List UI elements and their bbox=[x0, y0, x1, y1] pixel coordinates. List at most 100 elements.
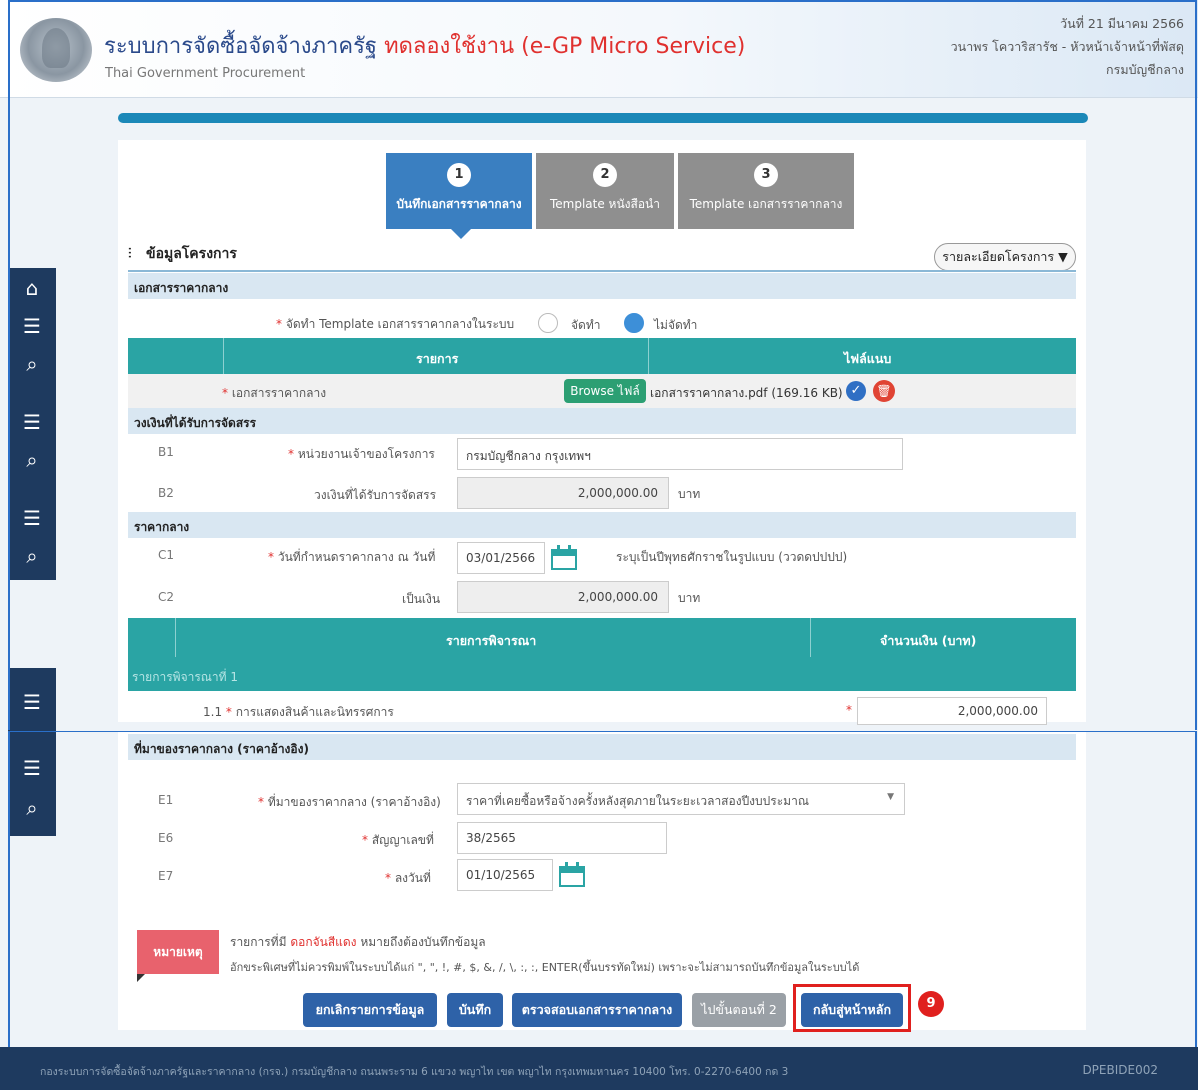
step-3-label: Template เอกสารราคากลาง bbox=[689, 197, 843, 211]
e1-code: E1 bbox=[158, 793, 174, 807]
consider-row-label: 1.1 * การแสดงสินค้าและนิทรรศการ bbox=[203, 705, 394, 719]
main-card-lower bbox=[118, 732, 1086, 1030]
sliders-icon: ⫶ bbox=[128, 246, 132, 262]
check-document-button[interactable]: ตรวจสอบเอกสารราคากลาง bbox=[512, 993, 682, 1027]
check-icon[interactable]: ✓ bbox=[846, 381, 866, 401]
consider-row-no: 1.1 bbox=[203, 705, 223, 719]
note-line-1-prefix: รายการที่มี bbox=[230, 935, 287, 949]
doc-section-header: เอกสารราคากลาง bbox=[128, 273, 1076, 299]
cancel-record-button[interactable]: ยกเลิกรายการข้อมูล bbox=[303, 993, 437, 1027]
e1-label: * ที่มาของราคากลาง (ราคาอ้างอิง) bbox=[258, 795, 441, 809]
system-title-main: ระบบการจัดซื้อจัดจ้างภาครัฐ bbox=[104, 34, 378, 59]
c1-hint: ระบุเป็นปีพุทธศักราชในรูปแบบ (ววดดปปปป) bbox=[616, 550, 848, 564]
current-date: วันที่ 21 มีนาคม 2566 bbox=[1060, 16, 1184, 31]
footer-page-code: DPEBIDE002 bbox=[1082, 1063, 1158, 1077]
step-2-tab[interactable]: 2 Template หนังสือนำ bbox=[536, 153, 674, 229]
e1-label-text: ที่มาของราคากลาง (ราคาอ้างอิง) bbox=[267, 795, 441, 809]
median-price-date-input[interactable]: 03/01/2566 bbox=[457, 542, 545, 574]
c1-code: C1 bbox=[158, 548, 175, 562]
e6-label: * สัญญาเลขที่ bbox=[362, 833, 434, 847]
app-header: ระบบการจัดซื้อจัดจ้างภาครัฐ ทดลองใช้งาน … bbox=[0, 0, 1198, 98]
b1-label: * หน่วยงานเจ้าของโครงการ bbox=[288, 447, 435, 461]
e6-label-text: สัญญาเลขที่ bbox=[371, 833, 434, 847]
menu-icon[interactable]: ☰ bbox=[8, 306, 56, 346]
doc-row-label: * เอกสารราคากลาง bbox=[222, 386, 327, 400]
go-step-2-button[interactable]: ไปขั้นตอนที่ 2 bbox=[692, 993, 786, 1027]
radio-no-template[interactable] bbox=[624, 313, 644, 333]
user-name[interactable]: วนาพร โควาริสารัช - หัวหน้าเจ้าหน้าที่พั… bbox=[951, 35, 1184, 58]
trash-icon[interactable]: 🗑 bbox=[873, 380, 895, 402]
consider-table-divider bbox=[810, 618, 811, 658]
project-title-text: ข้อมูลโครงการ bbox=[146, 246, 237, 262]
save-button[interactable]: บันทึก bbox=[447, 993, 503, 1027]
e7-code: E7 bbox=[158, 869, 174, 883]
doc-row-label-text: เอกสารราคากลาง bbox=[231, 386, 327, 400]
consider-col-item: รายการพิจารณา bbox=[446, 633, 537, 648]
c1-label-text: วันที่กำหนดราคากลาง ณ วันที่ bbox=[277, 550, 436, 564]
home-icon[interactable]: ⌂ bbox=[8, 268, 56, 308]
contract-no-input[interactable]: 38/2565 bbox=[457, 822, 667, 854]
calendar-icon[interactable] bbox=[557, 861, 587, 889]
price-source-select[interactable]: ราคาที่เคยซื้อหรือจ้างครั้งหลังสุดภายในร… bbox=[457, 783, 905, 815]
note-line-1: รายการที่มี ดอกจันสีแดง หมายถึงต้องบันทึ… bbox=[230, 933, 486, 952]
menu-icon[interactable]: ☰ bbox=[8, 402, 56, 442]
e7-label-text: ลงวันที่ bbox=[394, 871, 431, 885]
source-section-header: ที่มาของราคากลาง (ราคาอ้างอิง) bbox=[128, 734, 1076, 760]
menu-icon[interactable]: ☰ bbox=[8, 682, 56, 722]
b2-code: B2 bbox=[158, 486, 174, 500]
c2-unit: บาท bbox=[678, 591, 701, 605]
project-details-button[interactable]: รายละเอียดโครงการ ▼ bbox=[934, 243, 1076, 271]
doc-table-divider bbox=[223, 338, 224, 374]
consider-group-label: รายการพิจารณาที่ 1 bbox=[132, 670, 239, 684]
menu-icon[interactable]: ☰ bbox=[8, 498, 56, 538]
consider-amount-input[interactable]: 2,000,000.00 bbox=[857, 697, 1047, 725]
step-1-number: 1 bbox=[447, 163, 471, 187]
consider-table-divider bbox=[175, 618, 176, 658]
highlight-box bbox=[793, 984, 911, 1032]
user-org: กรมบัญชีกลาง bbox=[1106, 62, 1184, 77]
project-section-title: ⫶ ข้อมูลโครงการ bbox=[128, 243, 237, 265]
attached-file-link[interactable]: เอกสารราคากลาง.pdf (169.16 KB) bbox=[650, 384, 843, 403]
consider-group-row: รายการพิจารณาที่ 1 bbox=[128, 657, 1076, 691]
price-source-value: ราคาที่เคยซื้อหรือจ้างครั้งหลังสุดภายในร… bbox=[466, 794, 809, 808]
side-toolbar-lower: ☰ ☰ ⌕ bbox=[8, 668, 56, 836]
note-line-2: อักขระพิเศษที่ไม่ควรพิมพ์ในระบบได้แก่ ",… bbox=[230, 961, 860, 974]
step-2-label: Template หนังสือนำ bbox=[549, 197, 660, 211]
template-label: * จัดทำ Template เอกสารราคากลางในระบบ bbox=[276, 317, 515, 331]
required-mark: * bbox=[846, 703, 852, 717]
owner-agency-input[interactable]: กรมบัญชีกลาง กรุงเทพฯ bbox=[457, 438, 903, 470]
step-3-tab[interactable]: 3 Template เอกสารราคากลาง bbox=[678, 153, 854, 229]
consider-row-text: การแสดงสินค้าและนิทรรศการ bbox=[235, 705, 394, 719]
menu-icon[interactable]: ☰ bbox=[8, 748, 56, 788]
note-badge: หมายเหตุ bbox=[137, 930, 219, 982]
calendar-icon[interactable] bbox=[549, 544, 579, 572]
contract-date-input[interactable]: 01/10/2565 bbox=[457, 859, 553, 891]
step-1-label: บันทึกเอกสารราคากลาง bbox=[396, 197, 522, 211]
step-1-tab[interactable]: 1 บันทึกเอกสารราคากลาง bbox=[386, 153, 532, 239]
median-price-amount-field: 2,000,000.00 bbox=[457, 581, 669, 613]
step-3-number: 3 bbox=[754, 163, 778, 187]
system-title-trial: ทดลองใช้งาน (e-GP Micro Service) bbox=[384, 34, 746, 59]
c2-code: C2 bbox=[158, 590, 175, 604]
search-icon[interactable]: ⌕ bbox=[8, 344, 56, 384]
radio-make-template[interactable] bbox=[538, 313, 558, 333]
section-divider bbox=[128, 270, 1076, 272]
search-icon[interactable]: ⌕ bbox=[8, 536, 56, 576]
footer-address: กองระบบการจัดซื้อจัดจ้างภาครัฐและราคากลา… bbox=[40, 1066, 789, 1078]
search-icon[interactable]: ⌕ bbox=[8, 440, 56, 480]
consider-col-amount: จำนวนเงิน (บาท) bbox=[880, 633, 977, 648]
system-subtitle: Thai Government Procurement bbox=[105, 66, 306, 81]
template-label-text: จัดทำ Template เอกสารราคากลางในระบบ bbox=[285, 317, 515, 331]
allocated-budget-field: 2,000,000.00 bbox=[457, 477, 669, 509]
browse-file-button[interactable]: Browse ไฟล์ bbox=[564, 379, 646, 403]
note-line-1-red: ดอกจันสีแดง bbox=[290, 935, 357, 949]
c2-label: เป็นเงิน bbox=[402, 592, 441, 606]
step-2-number: 2 bbox=[593, 163, 617, 187]
radio-make-label: จัดทำ bbox=[571, 318, 601, 332]
callout-number-badge: 9 bbox=[918, 991, 944, 1017]
price-section-header: ราคากลาง bbox=[128, 512, 1076, 538]
app-footer: กองระบบการจัดซื้อจัดจ้างภาครัฐและราคากลา… bbox=[0, 1047, 1198, 1090]
search-icon[interactable]: ⌕ bbox=[8, 788, 56, 828]
radio-no-label: ไม่จัดทำ bbox=[654, 318, 698, 332]
doc-col-item: รายการ bbox=[416, 351, 459, 366]
